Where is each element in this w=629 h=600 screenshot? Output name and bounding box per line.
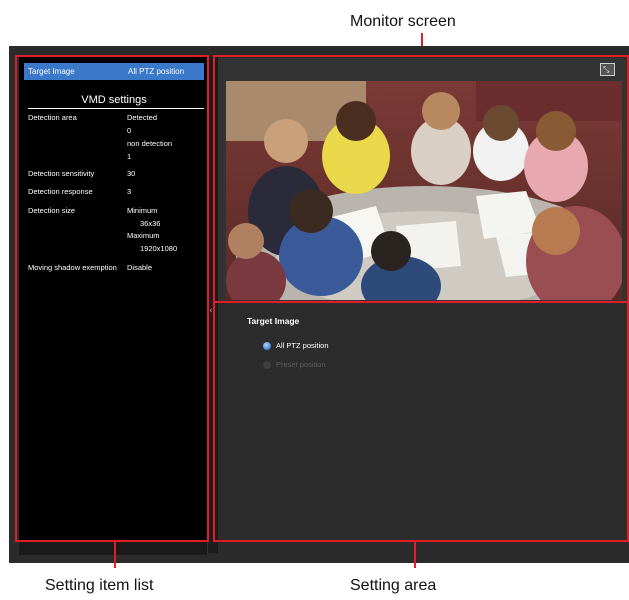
left-panel-footer xyxy=(19,541,207,555)
setting-area-callout: Setting area xyxy=(350,577,437,594)
setting-area-highlight-box xyxy=(213,301,629,542)
monitor-screen-callout: Monitor screen xyxy=(350,13,456,30)
setting-item-list-leader xyxy=(114,542,116,568)
setting-item-list-callout: Setting item list xyxy=(45,577,154,594)
setting-area-leader xyxy=(414,542,416,568)
setting-item-list-highlight-box xyxy=(15,55,209,542)
monitor-screen-highlight-box xyxy=(213,55,629,303)
